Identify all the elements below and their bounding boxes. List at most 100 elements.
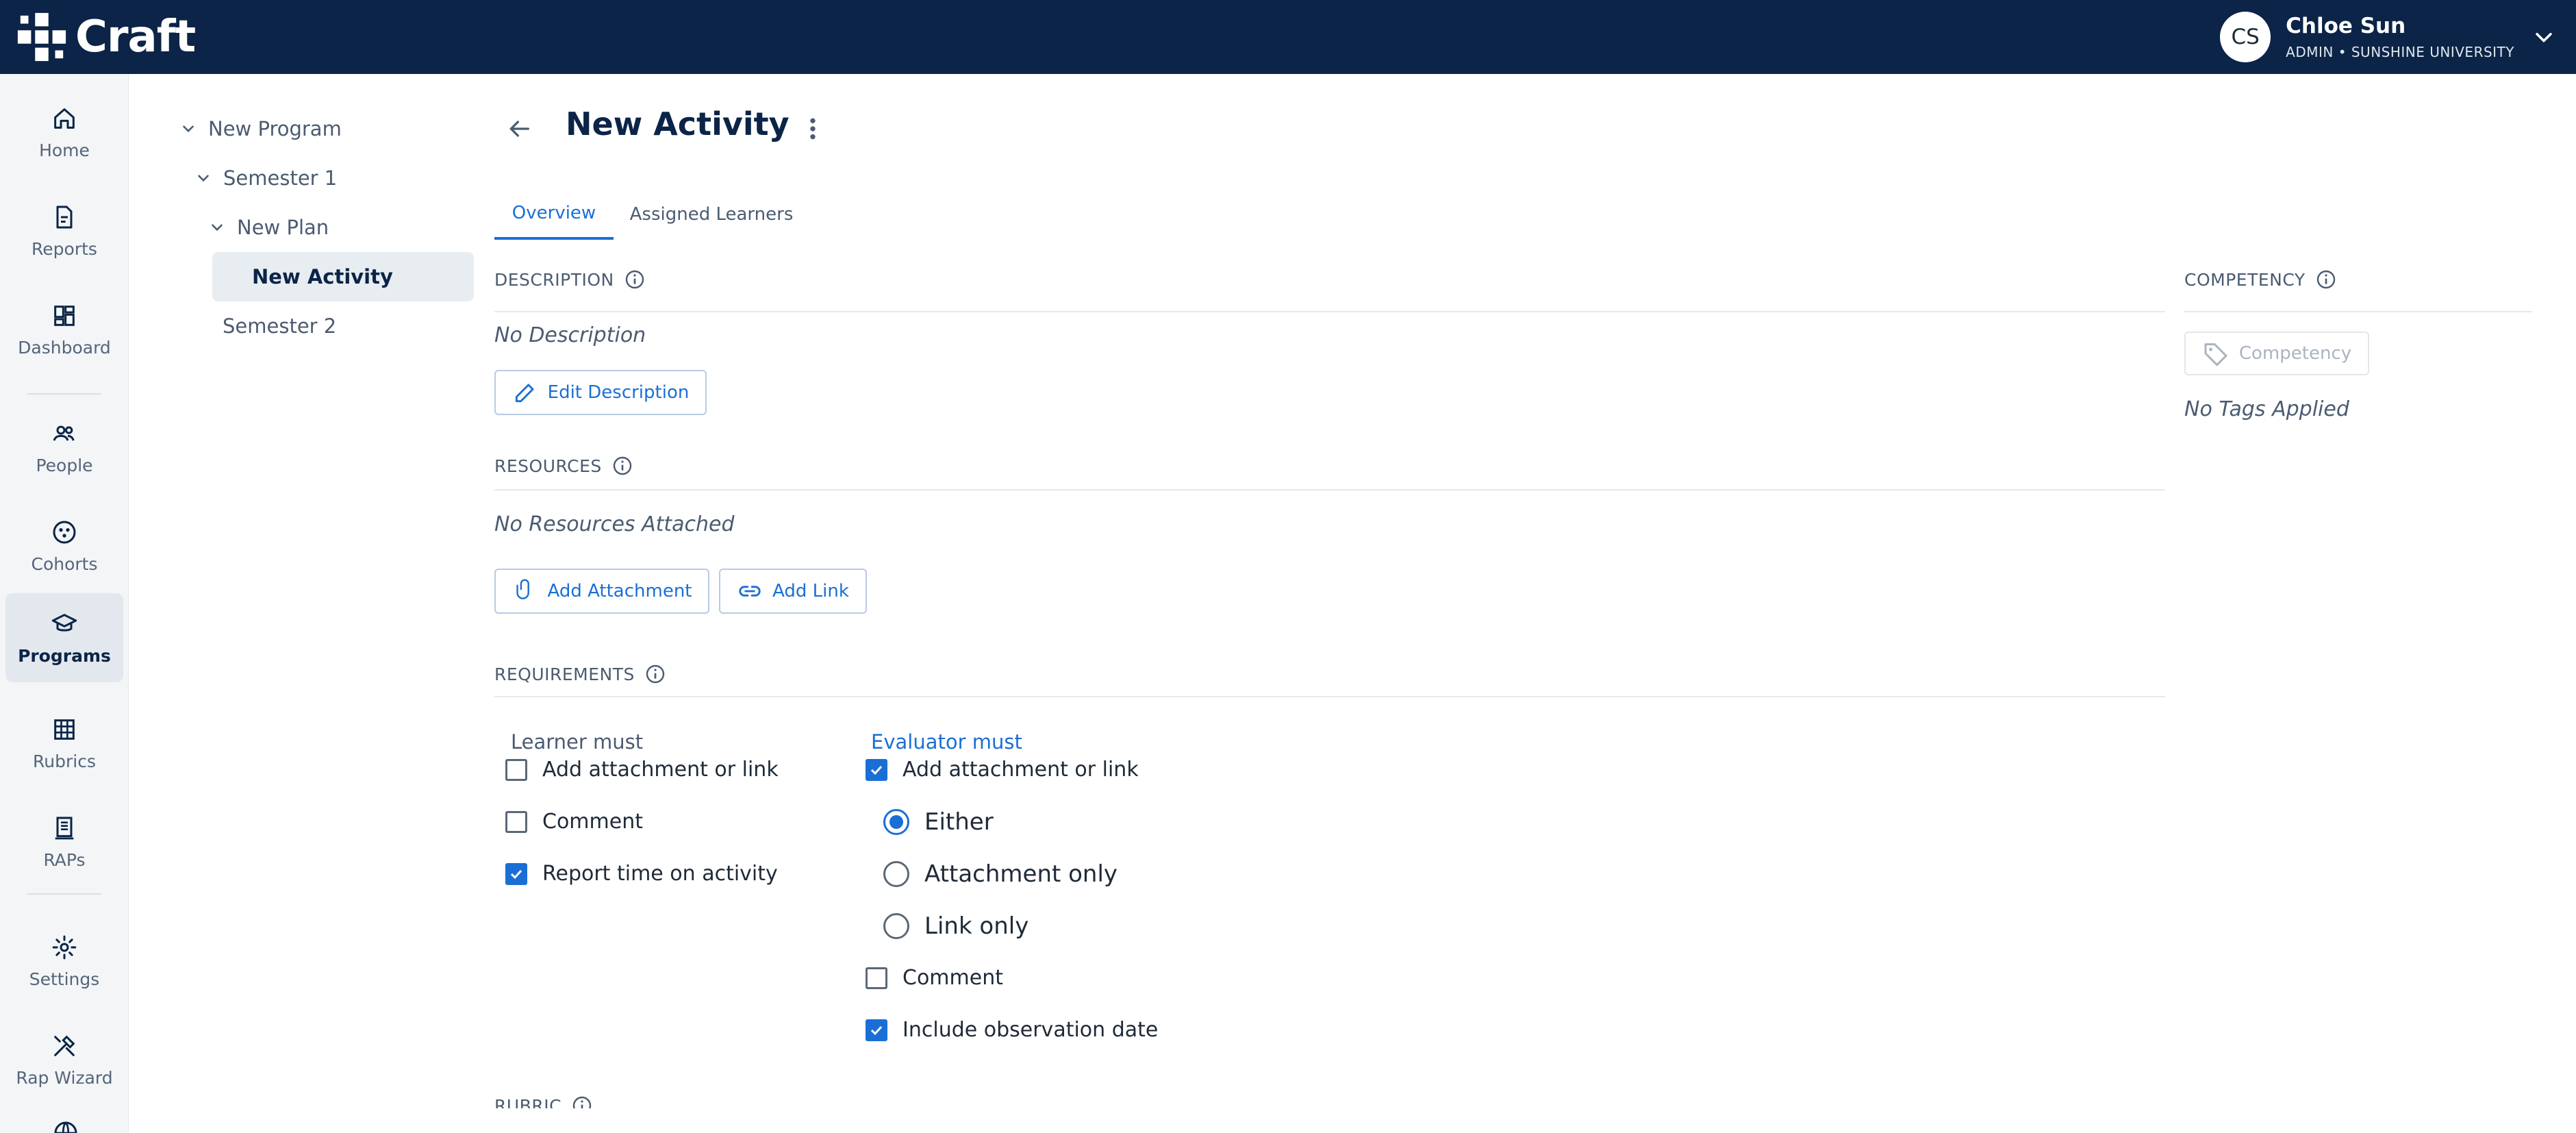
tree-item-new-plan[interactable]: New Plan bbox=[208, 203, 455, 252]
add-attachment-button[interactable]: Add Attachment bbox=[494, 569, 709, 614]
tree-item-new-activity[interactable]: New Activity bbox=[212, 252, 474, 301]
checkbox[interactable] bbox=[866, 1019, 887, 1041]
app-logo[interactable]: Craft bbox=[15, 10, 196, 64]
chevron-down-icon[interactable] bbox=[194, 169, 212, 187]
tag-icon bbox=[2204, 343, 2227, 366]
nav-item-dashboard[interactable]: Dashboard bbox=[5, 286, 123, 373]
info-icon[interactable] bbox=[2315, 269, 2337, 290]
radio-label: Link only bbox=[924, 912, 1029, 940]
nav-item-settings[interactable]: Settings bbox=[5, 918, 123, 1004]
top-bar: Craft CS Chloe Sun ADMIN • SUNSHINE UNIV… bbox=[0, 0, 2576, 74]
dashboard-icon bbox=[54, 305, 75, 326]
checkbox[interactable] bbox=[866, 967, 887, 989]
button-label: Add Attachment bbox=[547, 581, 692, 601]
user-name: Chloe Sun bbox=[2286, 14, 2406, 38]
info-icon[interactable] bbox=[611, 455, 633, 477]
chevron-down-icon[interactable] bbox=[179, 120, 197, 138]
section-heading-label: RESOURCES bbox=[494, 456, 602, 476]
checkbox[interactable] bbox=[505, 758, 527, 781]
tools-icon bbox=[54, 1035, 75, 1056]
tab-assigned-learners[interactable]: Assigned Learners bbox=[622, 189, 801, 240]
learner-report-time-checkbox[interactable]: Report time on activity bbox=[505, 862, 778, 886]
learner-comment-checkbox[interactable]: Comment bbox=[505, 810, 643, 834]
evaluator-either-radio[interactable]: Either bbox=[883, 808, 994, 836]
info-icon[interactable] bbox=[644, 663, 666, 685]
reports-icon bbox=[56, 206, 73, 228]
add-link-button[interactable]: Add Link bbox=[719, 569, 867, 614]
checkbox-label: Report time on activity bbox=[542, 862, 778, 886]
section-heading-label: DESCRIPTION bbox=[494, 269, 614, 290]
nav-label: RAPs bbox=[43, 849, 86, 870]
cohorts-icon bbox=[53, 521, 76, 543]
section-heading-label: COMPETENCY bbox=[2184, 269, 2306, 290]
checkbox-label: Comment bbox=[542, 810, 643, 834]
learner-attachment-checkbox[interactable]: Add attachment or link bbox=[505, 758, 779, 782]
resources-heading: RESOURCES bbox=[494, 455, 633, 477]
tree-item-semester-2[interactable]: Semester 2 bbox=[223, 301, 455, 351]
checkmark-icon bbox=[510, 869, 522, 879]
link-icon bbox=[739, 586, 761, 597]
checkbox-label: Add attachment or link bbox=[542, 758, 779, 782]
nav-item-rubrics[interactable]: Rubrics bbox=[5, 700, 123, 786]
requirements-heading: REQUIREMENTS bbox=[494, 663, 666, 685]
evaluator-link-only-radio[interactable]: Link only bbox=[883, 912, 1028, 940]
app-name: Craft bbox=[75, 12, 196, 62]
back-arrow-icon[interactable] bbox=[505, 115, 533, 142]
evaluator-must-label: Evaluator must bbox=[871, 730, 1022, 754]
checkbox-label: Add attachment or link bbox=[902, 758, 1139, 782]
page-title: New Activity bbox=[566, 105, 790, 142]
radio[interactable] bbox=[883, 809, 909, 835]
chevron-down-icon[interactable] bbox=[2532, 25, 2555, 49]
nav-item-raps[interactable]: RAPs bbox=[5, 799, 123, 885]
pencil-icon bbox=[515, 384, 534, 403]
nav-item-cohorts[interactable]: Cohorts bbox=[5, 503, 123, 589]
tree-item-label: New Plan bbox=[237, 216, 329, 239]
tree-item-semester-1[interactable]: Semester 1 bbox=[194, 153, 455, 203]
tree-item-label: New Program bbox=[208, 117, 342, 140]
checkbox[interactable] bbox=[866, 758, 887, 781]
left-nav: Home Reports Dashboard People Cohorts Pr… bbox=[0, 74, 129, 1133]
tree-item-new-program[interactable]: New Program bbox=[179, 104, 453, 153]
checkbox-label: Include observation date bbox=[902, 1018, 1159, 1042]
radio-label: Either bbox=[924, 808, 994, 836]
nav-divider bbox=[27, 393, 101, 395]
radio[interactable] bbox=[883, 913, 909, 939]
edit-description-button[interactable]: Edit Description bbox=[494, 370, 707, 415]
nav-item-rap-wizard[interactable]: Rap Wizard bbox=[5, 1017, 123, 1103]
checkmark-icon bbox=[870, 765, 883, 775]
user-menu[interactable]: CS Chloe Sun ADMIN • SUNSHINE UNIVERSITY bbox=[2220, 10, 2555, 64]
competency-placeholder: Competency bbox=[2238, 343, 2352, 364]
radio-label: Attachment only bbox=[924, 860, 1118, 888]
nav-item-reports[interactable]: Reports bbox=[5, 188, 123, 274]
checkbox[interactable] bbox=[505, 810, 527, 833]
radio[interactable] bbox=[883, 861, 909, 887]
info-icon[interactable] bbox=[624, 269, 646, 290]
description-heading: DESCRIPTION bbox=[494, 269, 646, 290]
more-options-icon[interactable] bbox=[803, 115, 823, 142]
competency-empty-text: No Tags Applied bbox=[2184, 397, 2349, 421]
resources-empty-text: No Resources Attached bbox=[494, 512, 735, 536]
section-divider bbox=[494, 696, 2165, 697]
chevron-down-icon[interactable] bbox=[208, 219, 226, 236]
competency-tag-input[interactable]: Competency bbox=[2184, 332, 2369, 375]
section-heading-label: REQUIREMENTS bbox=[494, 664, 635, 684]
section-divider bbox=[494, 311, 2165, 312]
nav-label: Cohorts bbox=[31, 553, 98, 574]
tree-item-label: New Activity bbox=[252, 265, 393, 288]
competency-heading: COMPETENCY bbox=[2184, 269, 2337, 290]
nav-label: Rap Wizard bbox=[16, 1067, 113, 1088]
evaluator-observation-date-checkbox[interactable]: Include observation date bbox=[866, 1018, 1158, 1042]
checkbox[interactable] bbox=[505, 862, 527, 885]
evaluator-attachment-only-radio[interactable]: Attachment only bbox=[883, 860, 1117, 888]
evaluator-comment-checkbox[interactable]: Comment bbox=[866, 966, 1003, 990]
nav-item-home[interactable]: Home bbox=[5, 89, 123, 175]
evaluator-attachment-checkbox[interactable]: Add attachment or link bbox=[866, 758, 1139, 782]
tab-overview[interactable]: Overview bbox=[494, 189, 614, 240]
craft-logo-icon bbox=[17, 12, 66, 62]
globe-icon[interactable] bbox=[52, 1119, 79, 1133]
avatar: CS bbox=[2220, 12, 2271, 62]
nav-label: Dashboard bbox=[18, 337, 111, 358]
nav-item-people[interactable]: People bbox=[5, 404, 123, 490]
nav-item-programs[interactable]: Programs bbox=[5, 593, 123, 682]
tree-item-label: Semester 2 bbox=[223, 314, 337, 338]
